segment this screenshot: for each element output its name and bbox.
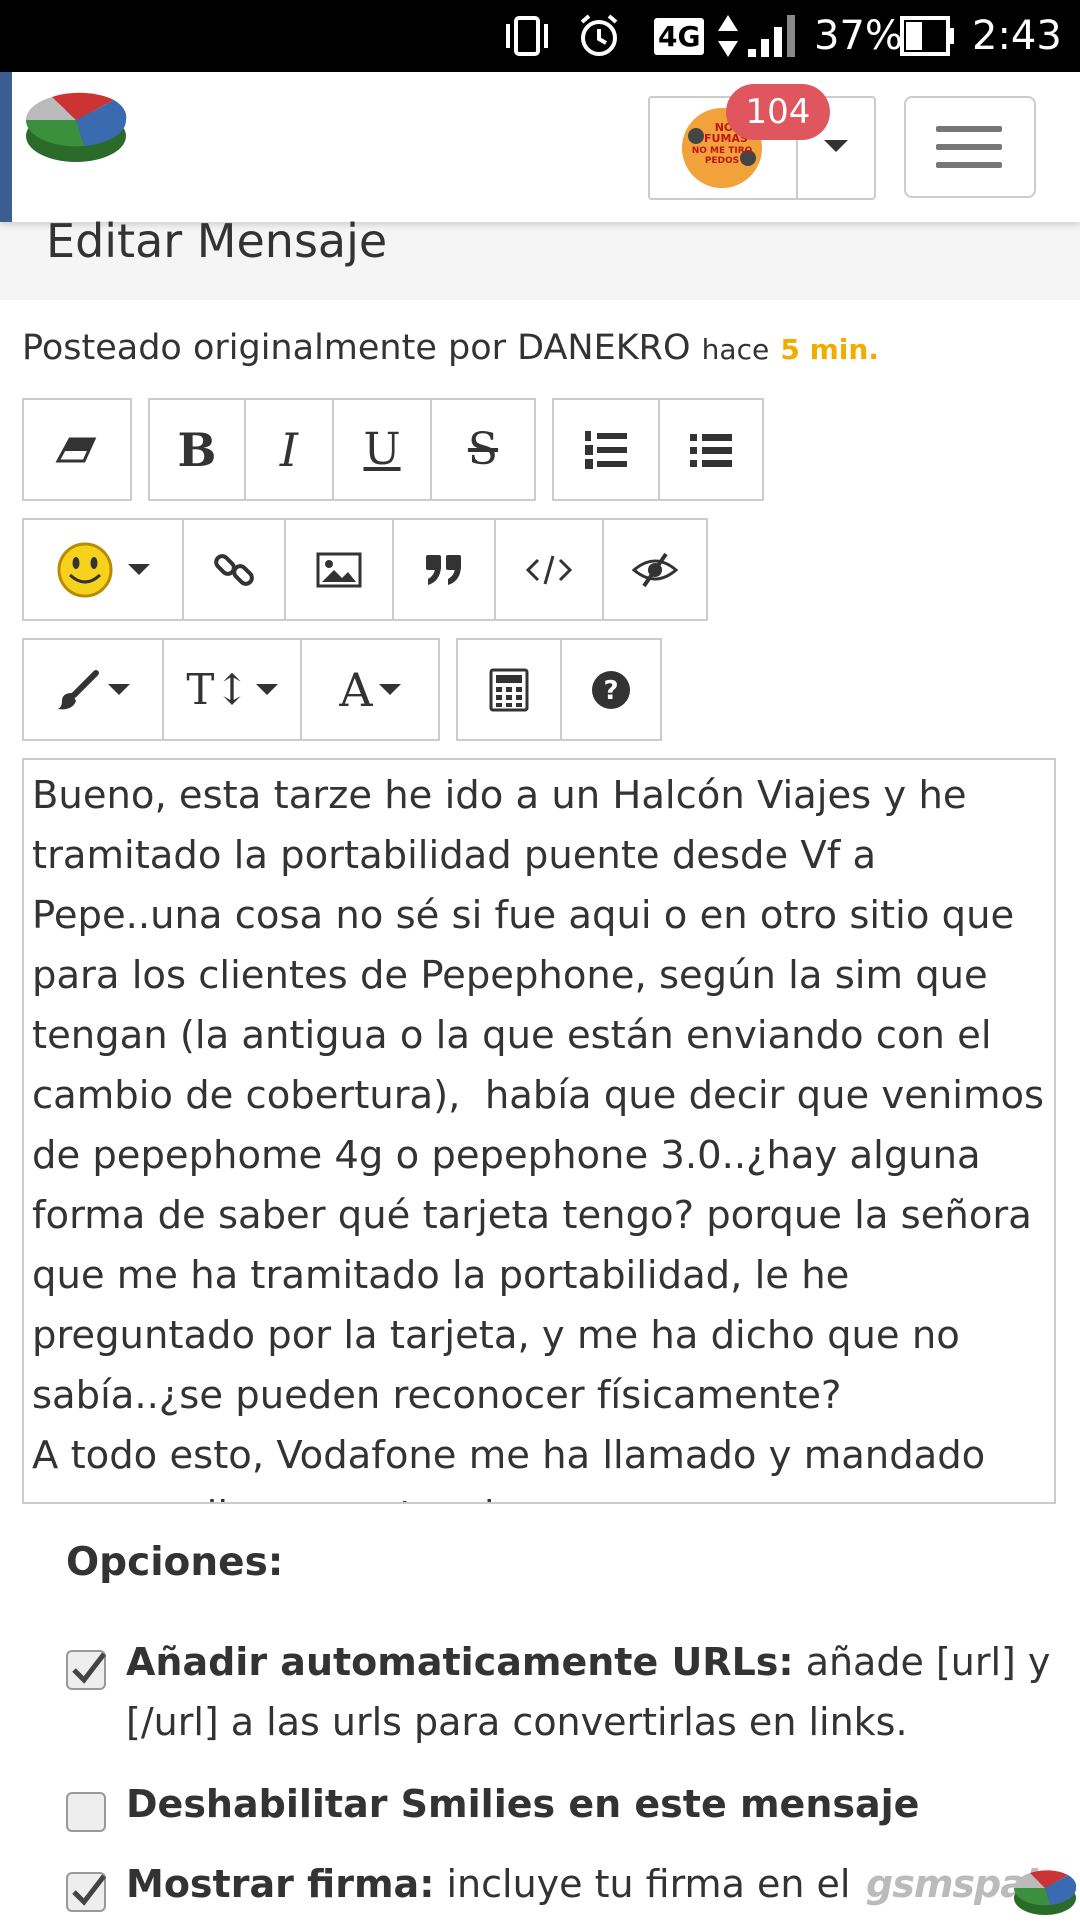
- brush-dropdown-button[interactable]: [24, 640, 164, 739]
- disable-smilies-checkbox[interactable]: [66, 1792, 106, 1832]
- options-title: Opciones:: [66, 1540, 284, 1585]
- font-size-dropdown-button[interactable]: T↕: [164, 640, 302, 739]
- calculator-icon: [489, 668, 529, 711]
- quote-icon: [426, 554, 461, 585]
- bold-icon: B: [177, 422, 217, 477]
- ordered-list-icon: [585, 430, 627, 469]
- resize-handle[interactable]: [1046, 1494, 1052, 1500]
- battery-percent: 37%: [814, 13, 903, 59]
- strikethrough-icon: S: [467, 424, 499, 475]
- chevron-down-icon: [108, 684, 130, 695]
- header-accent-bar: [0, 72, 12, 222]
- hide-content-button[interactable]: [604, 520, 706, 619]
- pie-logo-icon: [1013, 1870, 1077, 1915]
- site-header: NO FUMAS NO ME TIRO PEDOS 104: [0, 72, 1080, 222]
- image-icon: [316, 552, 362, 587]
- battery-icon: [900, 0, 956, 72]
- posted-author: Posteado originalmente por DANEKRO: [22, 328, 691, 368]
- italic-icon: I: [279, 422, 299, 477]
- posted-time: 5 min.: [780, 333, 879, 366]
- bold-button[interactable]: B: [150, 400, 246, 499]
- site-logo[interactable]: [22, 80, 130, 166]
- font-size-icon: T↕: [186, 665, 250, 714]
- eraser-icon: [55, 437, 97, 462]
- code-button[interactable]: [496, 520, 604, 619]
- smilies-dropdown-button[interactable]: [24, 520, 184, 619]
- data-arrows-icon: [716, 0, 740, 72]
- quote-button[interactable]: [394, 520, 496, 619]
- signal-icon: [746, 0, 800, 72]
- checkmark-icon: [72, 1874, 106, 1906]
- unordered-list-icon: [690, 433, 732, 467]
- posted-info: Posteado originalmente por DANEKRO hace …: [22, 328, 879, 368]
- unordered-list-button[interactable]: [660, 400, 762, 499]
- option-auto-urls: Añadir automaticamente URLs: añade [url]…: [66, 1632, 1066, 1762]
- toolbar-group-lists: [552, 398, 764, 501]
- watermark-logo: [1012, 1862, 1078, 1918]
- toolbar-group-format: T↕ A: [22, 638, 440, 741]
- chevron-down-icon: [128, 564, 150, 575]
- chevron-down-icon: [255, 684, 278, 695]
- help-button[interactable]: ?: [562, 640, 660, 739]
- insert-link-button[interactable]: [184, 520, 286, 619]
- show-signature-desc: incluye tu firma en el: [434, 1862, 851, 1906]
- underline-button[interactable]: U: [334, 400, 432, 499]
- pie-logo-icon: [25, 92, 127, 162]
- auto-urls-checkbox[interactable]: [66, 1650, 106, 1690]
- italic-button[interactable]: I: [246, 400, 334, 499]
- insert-image-button[interactable]: [286, 520, 394, 619]
- remove-format-button[interactable]: [24, 400, 130, 499]
- font-color-dropdown-button[interactable]: A: [302, 640, 438, 739]
- show-signature-label: Mostrar firma:: [126, 1862, 435, 1906]
- alarm-icon: [576, 0, 622, 72]
- calculator-button[interactable]: [458, 640, 562, 739]
- show-signature-checkbox[interactable]: [66, 1872, 106, 1912]
- smiley-icon: [57, 542, 113, 597]
- font-color-icon: A: [339, 662, 373, 717]
- chevron-down-icon[interactable]: [824, 140, 848, 152]
- posted-hace: hace: [701, 333, 770, 366]
- network-type-badge: 4G: [654, 0, 705, 72]
- toolbar-group-insert: [22, 518, 708, 621]
- brush-icon: [58, 669, 99, 709]
- hamburger-icon: [936, 126, 1002, 132]
- status-bar: 4G 37% 2:43: [0, 0, 1080, 72]
- underline-icon: U: [363, 424, 401, 475]
- auto-urls-label: Añadir automaticamente URLs:: [126, 1640, 794, 1684]
- vibrate-icon: [502, 0, 552, 72]
- svg-text:?: ?: [603, 676, 618, 706]
- chevron-down-icon: [378, 684, 401, 695]
- ordered-list-button[interactable]: [554, 400, 660, 499]
- disable-smilies-label: Deshabilitar Smilies en este mensaje: [126, 1782, 920, 1826]
- strikethrough-button[interactable]: S: [432, 400, 534, 499]
- message-textarea[interactable]: Bueno, esta tarze he ido a un Halcón Via…: [24, 760, 1054, 1502]
- toolbar-group-tools: ?: [456, 638, 662, 741]
- avatar-text-bottom: NO ME TIRO PEDOS: [691, 146, 753, 166]
- clock: 2:43: [972, 13, 1062, 59]
- toolbar-group-text-style: B I U S: [148, 398, 536, 501]
- hide-icon: [632, 552, 678, 587]
- checkmark-icon: [72, 1652, 106, 1684]
- page-title: Editar Mensaje: [46, 214, 388, 268]
- link-icon: [214, 553, 254, 586]
- toolbar-group-clear: [22, 398, 132, 501]
- message-editor[interactable]: Bueno, esta tarze he ido a un Halcón Via…: [22, 758, 1056, 1504]
- help-icon: ?: [592, 670, 630, 709]
- code-icon: [526, 555, 572, 584]
- notification-badge[interactable]: 104: [726, 84, 830, 140]
- hamburger-menu-button[interactable]: [904, 96, 1036, 198]
- option-disable-smilies: Deshabilitar Smilies en este mensaje: [66, 1774, 1066, 1834]
